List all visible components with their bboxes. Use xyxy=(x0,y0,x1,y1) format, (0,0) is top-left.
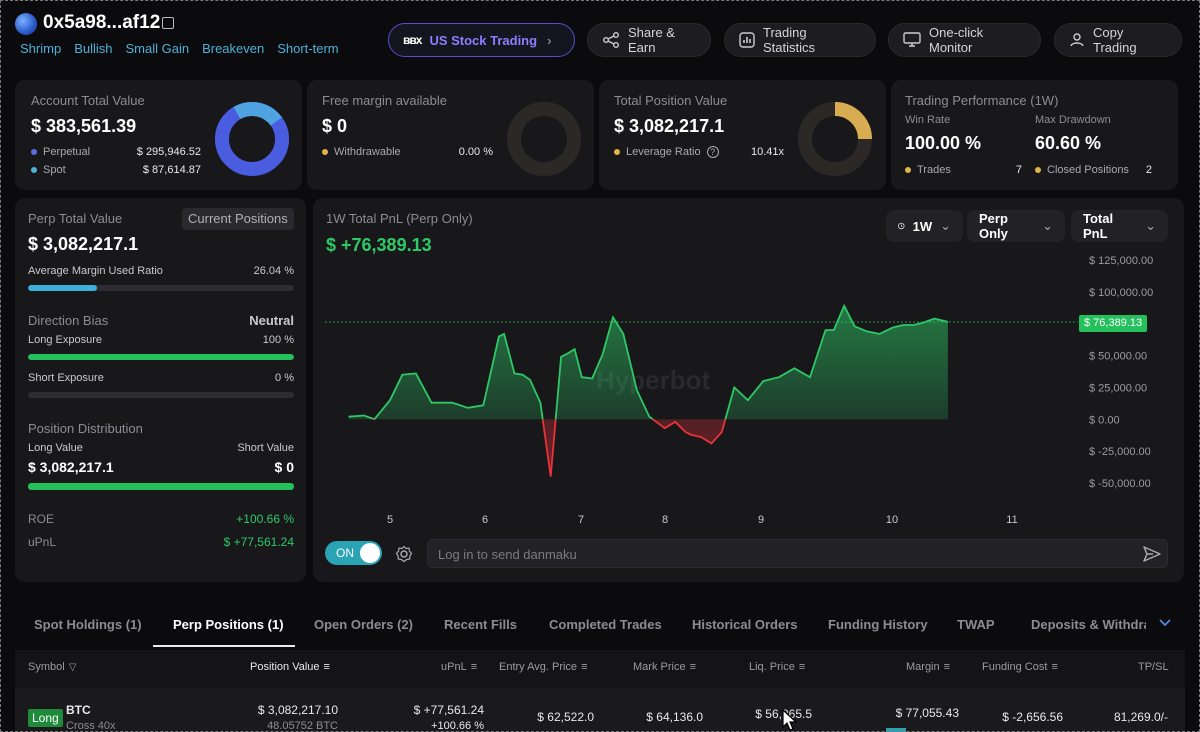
row-margin: $ 77,055.43 xyxy=(895,706,959,720)
column-header-symbol[interactable]: Symbol ▽ xyxy=(28,661,76,673)
y-tick-label: $ 125,000.00 xyxy=(1089,255,1153,267)
tab-historical-orders[interactable]: Historical Orders xyxy=(692,617,798,632)
sort-icon: ≡ xyxy=(798,661,806,673)
x-tick-label: 7 xyxy=(578,514,584,526)
row-funding-cost: $ -2,656.56 xyxy=(1002,710,1063,724)
column-header-tpsl[interactable]: TP/SL xyxy=(1138,661,1169,673)
sort-icon: ≡ xyxy=(581,661,588,673)
x-tick-label: 11 xyxy=(1006,514,1017,526)
sort-icon: ≡ xyxy=(1051,661,1058,673)
settings-icon[interactable] xyxy=(395,545,413,563)
side-badge: Long xyxy=(28,709,63,727)
y-tick-label: $ 0.00 xyxy=(1089,414,1120,426)
margin-edit-indicator[interactable] xyxy=(886,728,906,732)
row-symbol[interactable]: BTC xyxy=(66,703,91,717)
current-value-label: $ 76,389.13 xyxy=(1079,315,1148,332)
column-header-upnl[interactable]: uPnL ≡ xyxy=(441,661,477,673)
row-entry-price: $ 62,522.0 xyxy=(537,710,594,724)
column-header-funding-cost[interactable]: Funding Cost ≡ xyxy=(982,661,1058,673)
x-tick-label: 9 xyxy=(758,514,764,526)
x-tick-label: 5 xyxy=(387,514,393,526)
x-tick-label: 8 xyxy=(662,514,668,526)
tab-perp-positions[interactable]: Perp Positions (1) xyxy=(173,617,284,632)
column-header-mark-price[interactable]: Mark Price ≡ xyxy=(633,661,696,673)
tab-twap[interactable]: TWAP xyxy=(957,617,995,632)
chevron-down-icon[interactable] xyxy=(1158,618,1172,628)
row-upnl: $ +77,561.24 xyxy=(413,703,484,717)
row-mark-price: $ 64,136.0 xyxy=(646,710,703,724)
y-tick-label: $ 100,000.00 xyxy=(1089,287,1153,299)
filter-icon: ▽ xyxy=(68,661,77,673)
send-icon[interactable] xyxy=(1142,545,1162,563)
sort-icon: ≡ xyxy=(470,661,478,673)
x-tick-label: 6 xyxy=(482,514,488,526)
sort-icon: ≡ xyxy=(943,661,951,673)
column-header-margin[interactable]: Margin ≡ xyxy=(906,661,950,673)
column-header-position-value[interactable]: Position Value ≡ xyxy=(250,661,330,673)
tab-spot-holdings[interactable]: Spot Holdings (1) xyxy=(34,617,142,632)
column-header-entry-price[interactable]: Entry Avg. Price ≡ xyxy=(499,661,587,673)
tab-funding-history[interactable]: Funding History xyxy=(828,617,928,632)
danmaku-toggle[interactable]: ON xyxy=(325,541,382,565)
sort-icon: ≡ xyxy=(689,661,696,673)
row-tpsl[interactable]: 81,269.0/- xyxy=(1068,710,1168,724)
mouse-cursor-icon xyxy=(782,709,798,731)
row-mode: Cross 40x xyxy=(66,720,116,732)
y-tick-label: $ 25,000.00 xyxy=(1089,382,1147,394)
x-tick-label: 10 xyxy=(886,514,898,526)
sort-icon: ≡ xyxy=(323,661,330,673)
y-tick-label: $ -25,000.00 xyxy=(1089,446,1151,458)
row-upnl-pct: +100.66 % xyxy=(431,720,484,732)
toggle-knob xyxy=(360,543,380,563)
column-header-liq-price[interactable]: Liq. Price ≡ xyxy=(749,661,805,673)
tab-deposits-withdrawals[interactable]: Deposits & Withdraw xyxy=(1031,617,1146,632)
row-position-value: $ 3,082,217.10 xyxy=(257,703,338,717)
active-tab-indicator xyxy=(153,645,295,647)
y-tick-label: $ 50,000.00 xyxy=(1089,351,1147,363)
tab-recent-fills[interactable]: Recent Fills xyxy=(444,617,517,632)
row-position-size: 48.05752 BTC xyxy=(267,720,338,732)
y-tick-label: $ -50,000.00 xyxy=(1089,478,1151,490)
danmaku-input[interactable]: Log in to send danmaku xyxy=(427,539,1168,568)
tab-completed-trades[interactable]: Completed Trades xyxy=(549,617,662,632)
tab-open-orders[interactable]: Open Orders (2) xyxy=(314,617,413,632)
